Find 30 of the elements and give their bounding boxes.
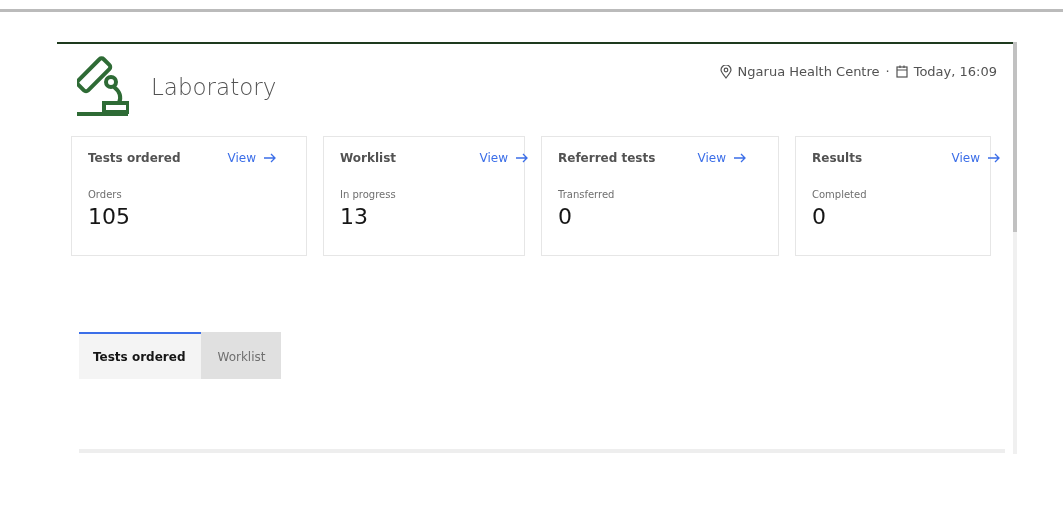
tab[interactable]: Worklist <box>201 332 282 379</box>
card-value: 13 <box>340 204 369 229</box>
card-value: 0 <box>812 204 827 229</box>
separator-dot: · <box>885 64 890 79</box>
arrow-right-icon <box>516 153 528 163</box>
card-label: In progress <box>340 189 396 200</box>
microscope-icon <box>77 56 129 118</box>
arrow-right-icon <box>988 153 1000 163</box>
arrow-right-icon <box>734 153 746 163</box>
view-link[interactable]: View <box>227 151 276 165</box>
location-text: Ngarua Health Centre <box>737 64 880 79</box>
view-link[interactable]: View <box>479 151 528 165</box>
location-pin-icon <box>719 64 732 79</box>
view-link[interactable]: View <box>951 151 1000 165</box>
card-label: Completed <box>812 189 867 200</box>
card-title: Results <box>812 151 863 165</box>
calendar-icon <box>895 65 908 78</box>
date-text: Today, 16:09 <box>913 64 997 79</box>
scrollbar[interactable] <box>1013 42 1017 454</box>
card-title: Referred tests <box>558 151 656 165</box>
card-title: Worklist <box>340 151 397 165</box>
page-title: Laboratory <box>151 74 277 100</box>
card-title: Tests ordered <box>88 151 181 165</box>
arrow-right-icon <box>264 153 276 163</box>
card-label: Orders <box>88 189 122 200</box>
card-value: 105 <box>88 204 131 229</box>
card-value: 0 <box>558 204 573 229</box>
card-label: Transferred <box>558 189 615 200</box>
view-link[interactable]: View <box>697 151 746 165</box>
tab[interactable]: Tests ordered <box>79 332 202 379</box>
